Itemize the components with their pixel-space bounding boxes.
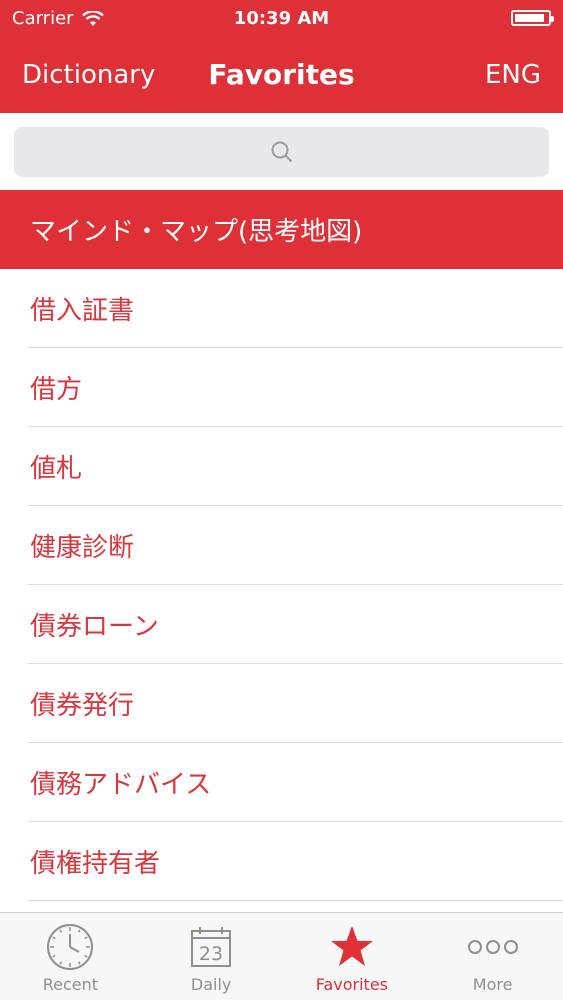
list-item[interactable]: マインド・マップ(思考地図) bbox=[0, 190, 563, 269]
list-item-label: 値札 bbox=[30, 454, 83, 484]
status-bar: Carrier 10:39 AM bbox=[0, 0, 563, 40]
list-item-label: 債権持有者 bbox=[30, 849, 161, 879]
tab-daily[interactable]: 23 Daily bbox=[141, 913, 282, 1000]
nav-header: Carrier 10:39 AM Dictionary Favorites EN… bbox=[0, 0, 563, 113]
search-input[interactable] bbox=[14, 127, 549, 177]
search-icon bbox=[271, 141, 292, 162]
list-item[interactable]: 債券ローン bbox=[0, 585, 563, 664]
more-icon bbox=[466, 923, 520, 971]
tab-daily-label: Daily bbox=[190, 975, 232, 994]
favorites-list: マインド・マップ(思考地図) 借入証書借方値札健康診断債券ローン債券発行債務アドバ… bbox=[0, 190, 563, 901]
tab-more-label: More bbox=[472, 975, 513, 994]
list-item[interactable]: 債務アドバイス bbox=[0, 743, 563, 822]
calendar-icon: 23 bbox=[184, 923, 238, 971]
battery-icon bbox=[511, 10, 554, 26]
page-title: Favorites bbox=[208, 58, 355, 91]
list-item-label: 健康診断 bbox=[30, 533, 135, 563]
tab-recent-label: Recent bbox=[42, 975, 99, 994]
list-item-label: 債務アドバイス bbox=[30, 770, 212, 800]
star-icon bbox=[325, 923, 379, 971]
list-item-label: 債券発行 bbox=[30, 691, 135, 721]
list-item[interactable]: 健康診断 bbox=[0, 506, 563, 585]
list-item[interactable]: 借入証書 bbox=[0, 269, 563, 348]
list-item-label: 借入証書 bbox=[30, 296, 135, 326]
list-item[interactable]: 債権持有者 bbox=[0, 822, 563, 901]
list-item-label: 借方 bbox=[30, 375, 83, 405]
battery-cap bbox=[551, 16, 554, 22]
list-item[interactable]: 借方 bbox=[0, 348, 563, 427]
status-time: 10:39 AM bbox=[233, 8, 330, 29]
calendar-day: 23 bbox=[199, 943, 223, 965]
tab-favorites-label: Favorites bbox=[315, 975, 389, 994]
language-button[interactable]: ENG bbox=[485, 60, 541, 90]
battery-level bbox=[515, 14, 544, 22]
list-item[interactable]: 債券発行 bbox=[0, 664, 563, 743]
list-item[interactable]: 値札 bbox=[0, 427, 563, 506]
search-area bbox=[0, 113, 563, 190]
tab-favorites[interactable]: Favorites bbox=[282, 913, 423, 1000]
tab-more[interactable]: More bbox=[422, 913, 563, 1000]
dictionary-button[interactable]: Dictionary bbox=[22, 60, 155, 90]
list-item-label: 債券ローン bbox=[30, 612, 159, 642]
list-item-label: マインド・マップ(思考地図) bbox=[30, 217, 363, 247]
tab-bar: Recent 23 Daily Favorites More bbox=[0, 912, 563, 1000]
clock-icon bbox=[43, 923, 97, 971]
tab-recent[interactable]: Recent bbox=[0, 913, 141, 1000]
